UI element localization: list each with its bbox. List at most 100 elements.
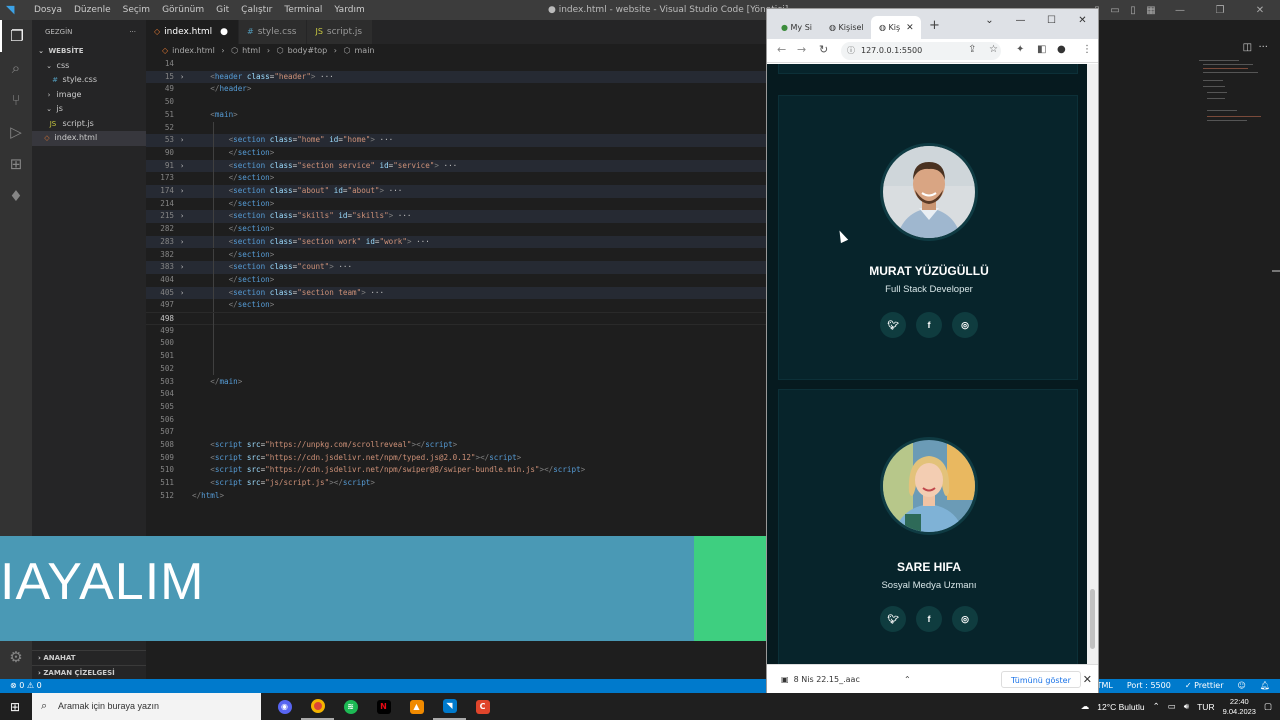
run-debug-icon[interactable]: ▷ [0, 116, 32, 148]
code-line[interactable]: 500 [146, 337, 766, 351]
fold-chevron-icon[interactable]: › [180, 287, 184, 300]
code-line[interactable]: 283 › <section class="section work" id="w… [146, 235, 766, 249]
code-line[interactable]: 505 [146, 401, 766, 414]
page-scrollbar[interactable] [1087, 64, 1098, 664]
show-all-downloads-button[interactable]: Tümünü göster [1001, 671, 1081, 688]
unsaved-dot-icon[interactable]: ● [220, 27, 228, 37]
workspace-root[interactable]: ⌄ WEBSİTE [32, 44, 146, 59]
timeline-section[interactable]: › ZAMAN ÇİZELGESİ [32, 665, 146, 679]
code-line[interactable]: 15 › <header class="header"> ··· [146, 70, 766, 84]
code-line[interactable]: 405 › <section class="section team"> ··· [146, 286, 766, 300]
feedback-icon[interactable]: ☺ [1238, 679, 1246, 693]
code-line[interactable]: 497 </section> [146, 299, 766, 312]
tree-file-index-html[interactable]: ◇ index.html [32, 131, 146, 146]
code-line[interactable]: 509 <script src="https://cdn.jsdelivr.ne… [146, 452, 766, 465]
more-actions-icon[interactable]: ··· [129, 20, 136, 44]
facebook-icon[interactable]: f [916, 312, 942, 338]
code-line[interactable]: 501 [146, 350, 766, 363]
share-icon[interactable]: ⇪ [968, 44, 976, 55]
menu-help[interactable]: Yardım [328, 0, 370, 20]
explorer-icon[interactable]: ❐ [0, 20, 32, 52]
settings-gear-icon[interactable]: ⚙ [0, 641, 32, 673]
twitter-icon[interactable]: 🐦︎ [880, 606, 906, 632]
chevron-up-icon[interactable]: ⌃ [1153, 701, 1160, 712]
fold-chevron-icon[interactable]: › [180, 134, 184, 147]
tree-folder-js[interactable]: ⌄ js [32, 102, 146, 117]
menu-view[interactable]: Görünüm [156, 0, 210, 20]
code-line[interactable]: 382 </section> [146, 248, 766, 262]
code-line[interactable]: 173 </section> [146, 172, 766, 185]
notification-center-icon[interactable]: ▢ [1264, 701, 1272, 712]
code-line[interactable]: 53 › <section class="home" id="home"> ··· [146, 134, 766, 147]
browser-tab-1[interactable]: ● My Si [773, 16, 821, 39]
outline-section[interactable]: › ANAHAT [32, 650, 146, 664]
layout-secondary-icon[interactable]: ▯ [1124, 5, 1142, 16]
code-line[interactable]: 499 [146, 324, 766, 338]
fold-chevron-icon[interactable]: › [180, 261, 184, 274]
address-bar[interactable]: ⓘ 127.0.0.1:5500 [841, 42, 1001, 60]
close-icon[interactable]: ✕ [1067, 13, 1098, 29]
problems-status[interactable]: ⊗ 0 ⚠ 0 [10, 679, 42, 693]
breadcrumb-body[interactable]: body#top [288, 46, 328, 55]
taskbar-search[interactable]: ⌕ Aramak için buraya yazın [32, 693, 261, 720]
python-icon[interactable]: ♦ [0, 180, 32, 212]
tab-search-icon[interactable]: ⌄ [974, 13, 1005, 29]
prettier-status[interactable]: ✓ Prettier [1185, 679, 1224, 693]
chevron-up-icon[interactable]: ⌃ [904, 665, 911, 694]
menu-edit[interactable]: Düzenle [68, 0, 117, 20]
menu-kebab-icon[interactable]: ⋮ [1082, 44, 1092, 55]
code-line[interactable]: 498 [146, 312, 766, 326]
network-icon[interactable]: ▭ [1168, 701, 1176, 712]
code-line[interactable]: 508 <script src="https://unpkg.com/scrol… [146, 439, 766, 452]
instagram-icon[interactable]: ◎ [952, 606, 978, 632]
restore-icon[interactable]: ❐ [1200, 5, 1240, 16]
back-arrow-icon[interactable]: ← [777, 43, 786, 56]
code-line[interactable]: 506 [146, 414, 766, 427]
fold-chevron-icon[interactable]: › [180, 210, 184, 223]
netflix-app-icon[interactable]: N [367, 693, 400, 720]
code-line[interactable]: 510 <script src="https://cdn.jsdelivr.ne… [146, 464, 766, 477]
code-line[interactable]: 507 [146, 426, 766, 439]
search-icon[interactable]: ⌕ [0, 52, 32, 84]
close-download-bar-icon[interactable]: ✕ [1083, 665, 1092, 694]
code-line[interactable]: 383 › <section class="count"> ··· [146, 261, 766, 274]
code-line[interactable]: 14 [146, 58, 766, 71]
code-line[interactable]: 174 › <section class="about" id="about"> … [146, 185, 766, 198]
spotify-app-icon[interactable]: ≋ [334, 693, 367, 720]
forward-arrow-icon[interactable]: → [797, 43, 806, 56]
menu-terminal[interactable]: Terminal [278, 0, 328, 20]
menu-selection[interactable]: Seçim [117, 0, 156, 20]
twitter-icon[interactable]: 🐦︎ [880, 312, 906, 338]
code-line[interactable]: 504 [146, 388, 766, 401]
extensions-icon[interactable]: ⊞ [0, 148, 32, 180]
code-line[interactable]: 91 › <section class="section service" id=… [146, 159, 766, 173]
facebook-icon[interactable]: f [916, 606, 942, 632]
weather-text[interactable]: 12°C Bulutlu [1097, 702, 1144, 712]
tree-folder-css[interactable]: ⌄ css [32, 59, 146, 74]
minimize-icon[interactable]: — [1160, 5, 1200, 16]
tree-file-style-css[interactable]: # style.css [32, 73, 146, 88]
language-indicator[interactable]: TUR [1197, 702, 1214, 712]
scrollbar-thumb[interactable] [1090, 589, 1095, 649]
code-line[interactable]: 511 <script src="js/script.js"></script> [146, 477, 766, 490]
browser-tab-3[interactable]: ◍ Kiş ✕ [871, 16, 921, 39]
code-line[interactable]: 404 </section> [146, 273, 766, 287]
menu-go[interactable]: Git [210, 0, 235, 20]
layout-customize-icon[interactable]: ▦ [1142, 5, 1160, 16]
reload-icon[interactable]: ↻ [819, 43, 828, 56]
breadcrumb-main[interactable]: main [355, 46, 375, 55]
code-line[interactable]: 50 [146, 96, 766, 109]
minimap[interactable]: ◫ ··· [1099, 20, 1280, 679]
fold-chevron-icon[interactable]: › [180, 71, 184, 84]
instagram-icon[interactable]: ◎ [952, 312, 978, 338]
fold-chevron-icon[interactable]: › [180, 236, 184, 249]
tree-folder-image[interactable]: › image [32, 88, 146, 103]
menu-file[interactable]: Dosya [28, 0, 68, 20]
code-line[interactable]: 51 <main> [146, 109, 766, 122]
scrollbar-thumb[interactable] [1272, 270, 1280, 272]
profile-avatar[interactable]: ● [1057, 44, 1066, 55]
extensions-puzzle-icon[interactable]: ✦ [1016, 44, 1024, 55]
tab-style-css[interactable]: # style.css [239, 20, 308, 44]
close-tab-icon[interactable]: ✕ [906, 23, 914, 33]
fold-chevron-icon[interactable]: › [180, 185, 184, 198]
